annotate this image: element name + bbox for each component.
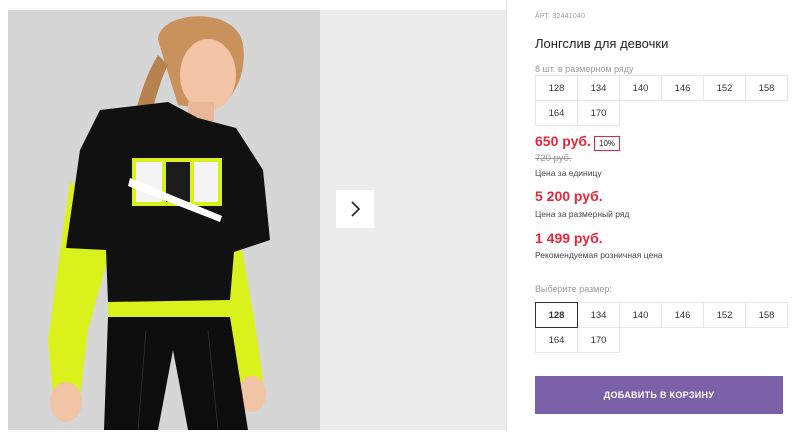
product-photo-illustration [8, 10, 320, 430]
pack-size-cell: 164 [535, 100, 578, 126]
pack-size-cell: 158 [745, 75, 788, 101]
rrp-price: 1 499 руб. [535, 230, 603, 246]
size-option[interactable]: 152 [703, 302, 746, 328]
pack-size-cell: 170 [577, 100, 620, 126]
pack-size-grid: 128 134 140 146 152 158 164 170 [535, 75, 788, 126]
pack-size-cell: 146 [661, 75, 704, 101]
old-price: 720 руб. [535, 153, 572, 164]
rrp-price-caption: Рекомендуемая розничная цена [535, 250, 663, 260]
chevron-right-icon [351, 201, 361, 217]
product-gallery [8, 10, 506, 430]
add-to-cart-button[interactable]: ДОБАВИТЬ В КОРЗИНУ [535, 376, 783, 414]
article-number: АРТ. 32441040 [535, 13, 586, 20]
size-option[interactable]: 170 [577, 327, 620, 353]
panel-divider [506, 0, 507, 432]
size-option[interactable]: 158 [745, 302, 788, 328]
next-image-button[interactable] [336, 190, 374, 228]
pack-size-cell: 134 [577, 75, 620, 101]
size-option-selected[interactable]: 128 [535, 302, 578, 328]
choose-size-label: Выберите размер: [535, 284, 612, 294]
pack-size-cell: 140 [619, 75, 662, 101]
product-title: Лонгслив для девочки [535, 36, 669, 51]
product-photo[interactable] [8, 10, 320, 430]
pack-price-caption: Цена за размерный ряд [535, 209, 630, 219]
size-selector: 128 134 140 146 152 158 164 170 [535, 302, 788, 353]
pack-size-cell: 152 [703, 75, 746, 101]
unit-price-caption: Цена за единицу [535, 168, 602, 178]
product-info-panel: АРТ. 32441040 Лонгслив для девочки 8 шт.… [535, 0, 788, 432]
size-option[interactable]: 146 [661, 302, 704, 328]
discount-badge: 10% [594, 136, 621, 151]
unit-price: 650 руб. [535, 133, 591, 149]
pack-size-cell: 128 [535, 75, 578, 101]
size-option[interactable]: 164 [535, 327, 578, 353]
size-option[interactable]: 140 [619, 302, 662, 328]
pack-size-label: 8 шт. в размерном ряду [535, 64, 634, 74]
pack-price: 5 200 руб. [535, 188, 603, 204]
size-option[interactable]: 134 [577, 302, 620, 328]
